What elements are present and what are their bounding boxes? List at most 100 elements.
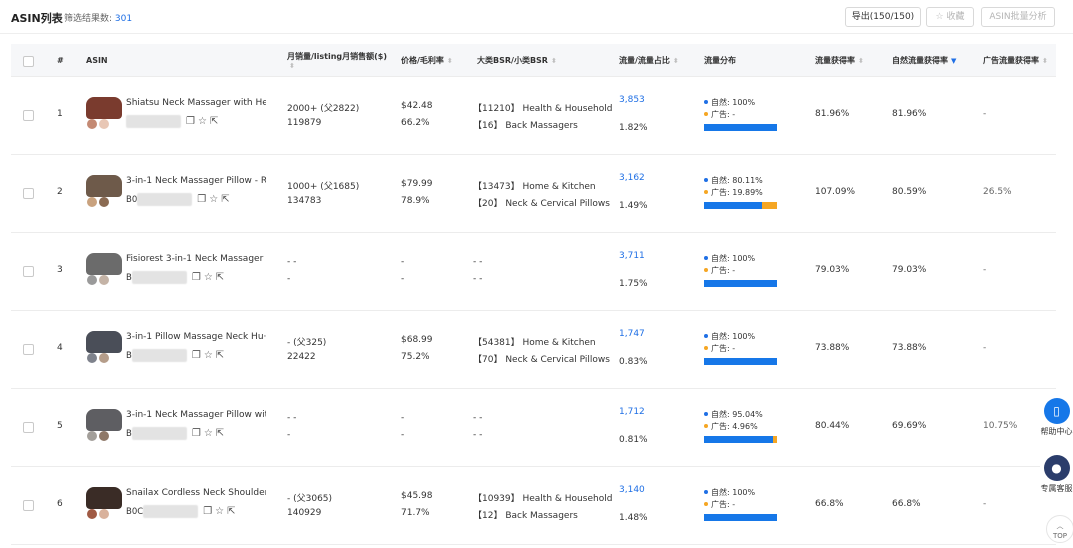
traffic-value[interactable]: 3,853 <box>619 95 645 105</box>
traffic-gain: 80.44% <box>815 421 850 431</box>
table-row: 3 Fisiorest 3-in-1 Neck Massager P··· B … <box>11 233 1056 311</box>
table-row: 6 Snailax Cordless Neck Shoulder ··· B0C… <box>11 467 1056 545</box>
ad-label: 广告: <box>711 265 730 275</box>
product-thumbnail[interactable] <box>86 253 122 287</box>
help-center-button[interactable]: ▯ 帮助中心 <box>1040 398 1073 437</box>
product-thumbnail[interactable] <box>86 175 122 209</box>
select-all-checkbox[interactable] <box>23 56 34 67</box>
bsr-main[interactable]: 【11210】 Health & Household <box>473 101 612 114</box>
batch-analysis-button[interactable]: ASIN批量分析 <box>981 7 1055 27</box>
row-checkbox[interactable] <box>23 500 34 511</box>
bsr-sub[interactable]: - - <box>473 274 482 284</box>
column-natural-gain[interactable]: 自然流量获得率 ▼ <box>892 44 956 77</box>
ad-line: 广告: 4.96% <box>704 420 777 432</box>
external-link-icon[interactable]: ⇱ <box>216 272 224 283</box>
traffic-distribution: 自然: 100% 广告: - <box>704 252 777 287</box>
star-icon[interactable]: ☆ <box>215 506 224 517</box>
result-count-value: 301 <box>114 14 133 24</box>
bsr-sub[interactable]: 【16】 Back Massagers <box>473 118 578 131</box>
star-icon[interactable]: ☆ <box>204 272 213 283</box>
product-title[interactable]: 3-in-1 Neck Massager Pillow - Re··· <box>126 176 266 186</box>
product-title[interactable]: Snailax Cordless Neck Shoulder ··· <box>126 488 266 498</box>
column-asin: ASIN <box>86 56 108 65</box>
traffic-bar <box>704 124 777 131</box>
column-sales[interactable]: 月销量/listing月销售额($) ⬍ <box>287 44 387 77</box>
row-checkbox[interactable] <box>23 344 34 355</box>
help-center-label: 帮助中心 <box>1040 427 1073 436</box>
table-row: 4 3-in-1 Pillow Massage Neck Hu··· B ❐ ☆… <box>11 311 1056 389</box>
traffic-value[interactable]: 1,747 <box>619 329 645 339</box>
traffic-value[interactable]: 1,712 <box>619 407 645 417</box>
bsr-main[interactable]: - - <box>473 257 482 267</box>
asin-prefix: B0C <box>126 506 144 517</box>
star-icon[interactable]: ☆ <box>204 428 213 439</box>
row-checkbox[interactable] <box>23 188 34 199</box>
row-checkbox[interactable] <box>23 422 34 433</box>
copy-icon[interactable]: ❐ <box>186 116 195 127</box>
external-link-icon[interactable]: ⇱ <box>216 428 224 439</box>
ad-pct: 4.96% <box>732 421 758 431</box>
bsr-main[interactable]: 【13473】 Home & Kitchen <box>473 179 596 192</box>
natural-dot-icon <box>704 412 708 416</box>
column-traffic[interactable]: 流量/流量占比 ⬍ <box>619 44 679 77</box>
bsr-sub[interactable]: 【70】 Neck & Cervical Pillows <box>473 352 610 365</box>
column-ad-gain[interactable]: 广告流量获得率 ⬍ <box>983 44 1048 77</box>
external-link-icon[interactable]: ⇱ <box>216 350 224 361</box>
column-price-label: 价格/毛利率 <box>401 56 444 65</box>
row-index: 2 <box>57 187 63 197</box>
bsr-sub[interactable]: 【20】 Neck & Cervical Pillows <box>473 196 610 209</box>
copy-icon[interactable]: ❐ <box>192 272 201 283</box>
ad-pct: - <box>732 499 736 509</box>
product-thumbnail[interactable] <box>86 97 122 131</box>
natural-gain: 73.88% <box>892 343 927 353</box>
product-thumbnail[interactable] <box>86 409 122 443</box>
row-checkbox[interactable] <box>23 266 34 277</box>
ad-pct: 19.89% <box>732 187 763 197</box>
back-to-top-button[interactable]: ︿ TOP <box>1046 515 1073 543</box>
column-traffic-gain-label: 流量获得率 <box>815 56 855 65</box>
bsr-main[interactable]: - - <box>473 413 482 423</box>
variant-image <box>87 197 97 207</box>
natural-line: 自然: 100% <box>704 330 777 342</box>
star-icon[interactable]: ☆ <box>198 116 207 127</box>
traffic-gain: 107.09% <box>815 187 856 197</box>
product-thumbnail[interactable] <box>86 331 122 365</box>
product-thumbnail[interactable] <box>86 487 122 521</box>
product-title[interactable]: Fisiorest 3-in-1 Neck Massager P··· <box>126 254 266 264</box>
column-traffic-label: 流量/流量占比 <box>619 56 670 65</box>
traffic-value[interactable]: 3,162 <box>619 173 645 183</box>
product-title[interactable]: 3-in-1 Pillow Massage Neck Hu··· <box>126 332 266 342</box>
traffic-value[interactable]: 3,711 <box>619 251 645 261</box>
copy-icon[interactable]: ❐ <box>197 194 206 205</box>
traffic-value[interactable]: 3,140 <box>619 485 645 495</box>
copy-icon[interactable]: ❐ <box>192 428 201 439</box>
asin-prefix: B0 <box>126 194 138 205</box>
product-title[interactable]: 3-in-1 Neck Massager Pillow wit··· <box>126 410 266 420</box>
copy-icon[interactable]: ❐ <box>203 506 212 517</box>
export-button[interactable]: 导出(150/150) <box>845 7 921 27</box>
star-icon[interactable]: ☆ <box>204 350 213 361</box>
natural-line: 自然: 95.04% <box>704 408 777 420</box>
natural-pct: 80.11% <box>732 175 763 185</box>
external-link-icon[interactable]: ⇱ <box>221 194 229 205</box>
row-checkbox[interactable] <box>23 110 34 121</box>
column-traffic-gain[interactable]: 流量获得率 ⬍ <box>815 44 864 77</box>
favorite-button[interactable]: ☆ 收藏 <box>926 7 974 27</box>
copy-icon[interactable]: ❐ <box>192 350 201 361</box>
variant-image <box>99 353 109 363</box>
star-icon[interactable]: ☆ <box>209 194 218 205</box>
natural-label: 自然: <box>711 331 730 341</box>
agent-button[interactable]: ● 专属客服 <box>1040 455 1073 494</box>
ad-gain: 26.5% <box>983 187 1012 197</box>
external-link-icon[interactable]: ⇱ <box>227 506 235 517</box>
ad-dot-icon <box>704 424 708 428</box>
bsr-sub[interactable]: - - <box>473 430 482 440</box>
external-link-icon[interactable]: ⇱ <box>210 116 218 127</box>
column-bsr[interactable]: 大类BSR/小类BSR ⬍ <box>477 44 557 77</box>
bsr-main[interactable]: 【54381】 Home & Kitchen <box>473 335 596 348</box>
bsr-main[interactable]: 【10939】 Health & Household <box>473 491 612 504</box>
product-title[interactable]: Shiatsu Neck Massager with Hea··· <box>126 98 266 108</box>
ad-bar-fill <box>773 436 777 443</box>
column-price[interactable]: 价格/毛利率 ⬍ <box>401 44 453 77</box>
bsr-sub[interactable]: 【12】 Back Massagers <box>473 508 578 521</box>
